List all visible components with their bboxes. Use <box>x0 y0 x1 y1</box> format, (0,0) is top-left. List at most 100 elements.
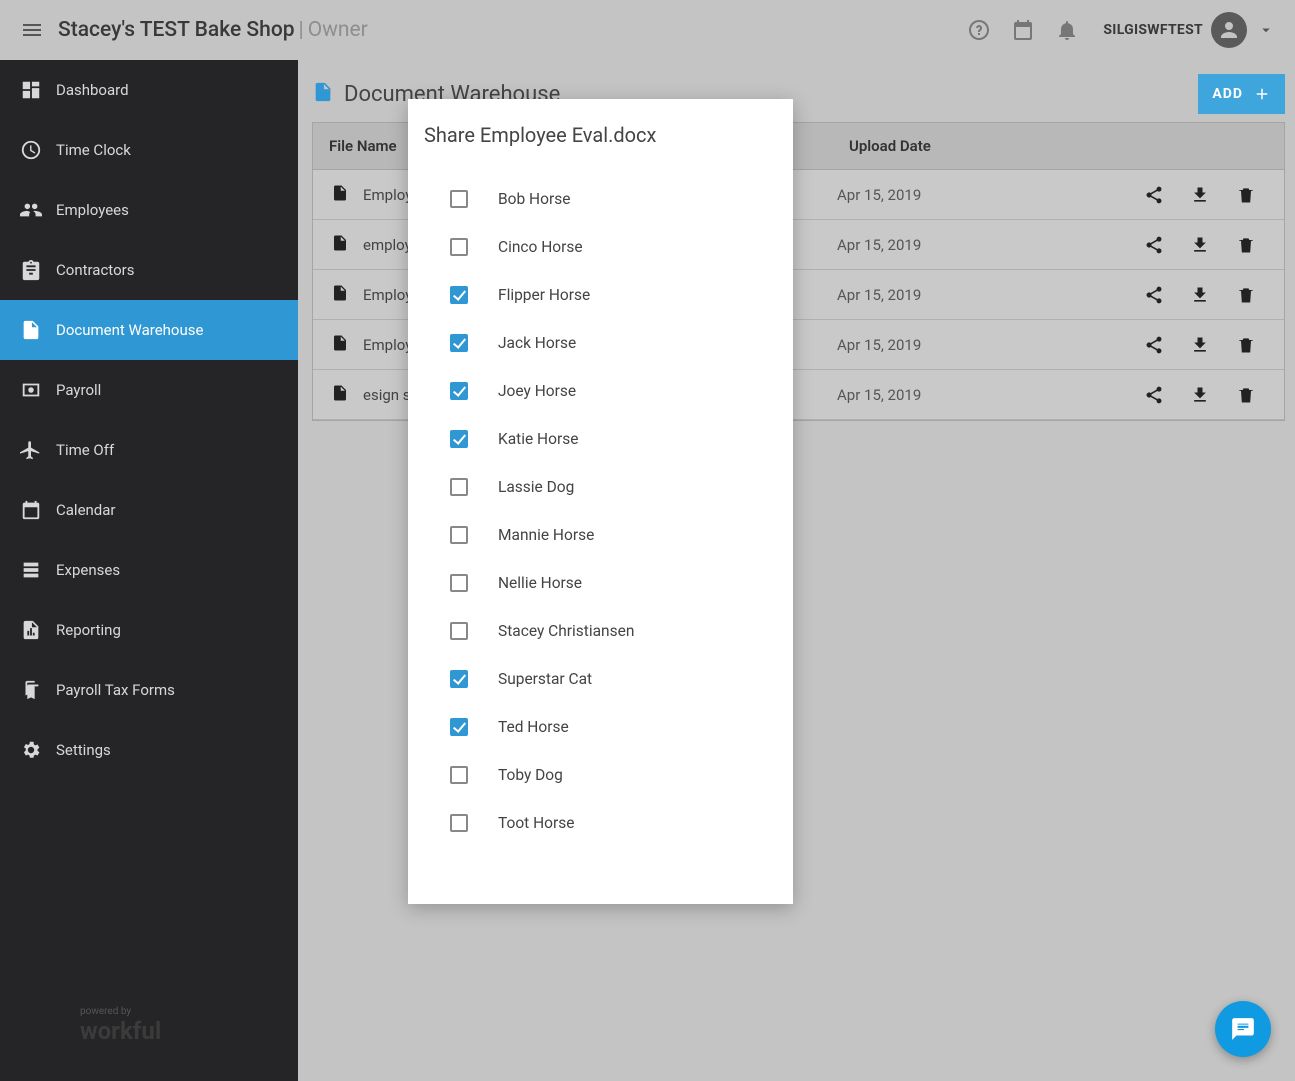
clock-icon <box>20 139 42 161</box>
share-row[interactable]: Cinco Horse <box>408 223 793 271</box>
sidebar-item-calendar[interactable]: Calendar <box>0 480 298 540</box>
chat-button[interactable] <box>1215 1001 1271 1057</box>
share-row[interactable]: Bob Horse <box>408 175 793 223</box>
download-icon[interactable] <box>1190 385 1210 405</box>
upload-date: Apr 15, 2019 <box>833 386 1144 404</box>
employee-name: Toby Dog <box>498 766 563 784</box>
share-row[interactable]: Mannie Horse <box>408 511 793 559</box>
share-icon[interactable] <box>1144 335 1164 355</box>
download-icon[interactable] <box>1190 185 1210 205</box>
sidebar-item-dashboard[interactable]: Dashboard <box>0 60 298 120</box>
download-icon[interactable] <box>1190 335 1210 355</box>
share-row[interactable]: Katie Horse <box>408 415 793 463</box>
employee-name: Nellie Horse <box>498 574 582 592</box>
share-icon[interactable] <box>1144 285 1164 305</box>
download-icon[interactable] <box>1190 235 1210 255</box>
sidebar-item-label: Contractors <box>56 261 134 279</box>
checkbox[interactable] <box>450 478 468 496</box>
checkbox[interactable] <box>450 382 468 400</box>
sidebar-item-label: Document Warehouse <box>56 321 203 339</box>
checkbox[interactable] <box>450 526 468 544</box>
forms-icon <box>20 679 42 701</box>
sidebar-footer: powered by workful <box>0 990 298 1081</box>
share-row[interactable]: Toot Horse <box>408 799 793 847</box>
checkbox[interactable] <box>450 766 468 784</box>
menu-icon[interactable] <box>20 18 44 42</box>
checkbox[interactable] <box>450 574 468 592</box>
share-icon[interactable] <box>1144 235 1164 255</box>
sidebar-item-payroll[interactable]: Payroll <box>0 360 298 420</box>
checkbox[interactable] <box>450 430 468 448</box>
delete-icon[interactable] <box>1236 185 1256 205</box>
sidebar-item-reporting[interactable]: Reporting <box>0 600 298 660</box>
checkbox[interactable] <box>450 334 468 352</box>
shop-role-sep: | <box>299 18 304 42</box>
document-icon <box>312 81 334 107</box>
share-row[interactable]: Flipper Horse <box>408 271 793 319</box>
sidebar-item-label: Time Clock <box>56 141 131 159</box>
sidebar-item-contractors[interactable]: Contractors <box>0 240 298 300</box>
sidebar-item-document-warehouse[interactable]: Document Warehouse <box>0 300 298 360</box>
file-icon <box>331 334 349 356</box>
add-button[interactable]: ADD <box>1198 74 1285 114</box>
share-row[interactable]: Ted Horse <box>408 703 793 751</box>
money-icon <box>20 379 42 401</box>
file-icon <box>331 184 349 206</box>
powered-by-label: powered by <box>80 1006 298 1017</box>
share-modal: Share Employee Eval.docx Bob HorseCinco … <box>408 99 793 904</box>
help-icon[interactable] <box>967 18 991 42</box>
sidebar-item-label: Dashboard <box>56 81 129 99</box>
sidebar-item-label: Employees <box>56 201 129 219</box>
share-row[interactable]: Jack Horse <box>408 319 793 367</box>
doc-icon <box>20 319 42 341</box>
add-button-label: ADD <box>1212 86 1243 102</box>
delete-icon[interactable] <box>1236 335 1256 355</box>
dashboard-icon <box>20 79 42 101</box>
checkbox[interactable] <box>450 190 468 208</box>
sidebar-item-time-off[interactable]: Time Off <box>0 420 298 480</box>
sidebar-item-expenses[interactable]: Expenses <box>0 540 298 600</box>
sidebar-item-settings[interactable]: Settings <box>0 720 298 780</box>
sidebar-item-label: Reporting <box>56 621 121 639</box>
share-icon[interactable] <box>1144 385 1164 405</box>
shop-name: Stacey's TEST Bake Shop <box>58 18 295 42</box>
calendar-icon[interactable] <box>1011 18 1035 42</box>
delete-icon[interactable] <box>1236 285 1256 305</box>
share-row[interactable]: Toby Dog <box>408 751 793 799</box>
checkbox[interactable] <box>450 286 468 304</box>
share-icon[interactable] <box>1144 185 1164 205</box>
share-row[interactable]: Stacey Christiansen <box>408 607 793 655</box>
share-modal-scroll[interactable]: Share Employee Eval.docx Bob HorseCinco … <box>408 99 793 904</box>
share-row[interactable]: Lassie Dog <box>408 463 793 511</box>
checkbox[interactable] <box>450 622 468 640</box>
bell-icon[interactable] <box>1055 18 1079 42</box>
share-row[interactable]: Joey Horse <box>408 367 793 415</box>
employee-name: Jack Horse <box>498 334 576 352</box>
employee-name: Stacey Christiansen <box>498 622 634 640</box>
username[interactable]: SILGISWFTEST <box>1103 22 1203 38</box>
delete-icon[interactable] <box>1236 385 1256 405</box>
delete-icon[interactable] <box>1236 235 1256 255</box>
sidebar-item-label: Payroll Tax Forms <box>56 681 175 699</box>
chevron-down-icon[interactable] <box>1257 21 1275 39</box>
employee-name: Toot Horse <box>498 814 574 832</box>
share-row[interactable]: Nellie Horse <box>408 559 793 607</box>
checkbox[interactable] <box>450 238 468 256</box>
checkbox[interactable] <box>450 670 468 688</box>
share-row[interactable]: Superstar Cat <box>408 655 793 703</box>
download-icon[interactable] <box>1190 285 1210 305</box>
employee-name: Bob Horse <box>498 190 570 208</box>
employee-name: Katie Horse <box>498 430 578 448</box>
sidebar-item-payroll-tax-forms[interactable]: Payroll Tax Forms <box>0 660 298 720</box>
sidebar-item-employees[interactable]: Employees <box>0 180 298 240</box>
list-icon <box>20 559 42 581</box>
employee-name: Lassie Dog <box>498 478 574 496</box>
plus-icon <box>1253 85 1271 103</box>
col-upload-date[interactable]: Upload Date <box>833 123 1284 169</box>
people-icon <box>20 199 42 221</box>
checkbox[interactable] <box>450 718 468 736</box>
checkbox[interactable] <box>450 814 468 832</box>
employee-name: Superstar Cat <box>498 670 592 688</box>
avatar[interactable] <box>1211 12 1247 48</box>
sidebar-item-time-clock[interactable]: Time Clock <box>0 120 298 180</box>
